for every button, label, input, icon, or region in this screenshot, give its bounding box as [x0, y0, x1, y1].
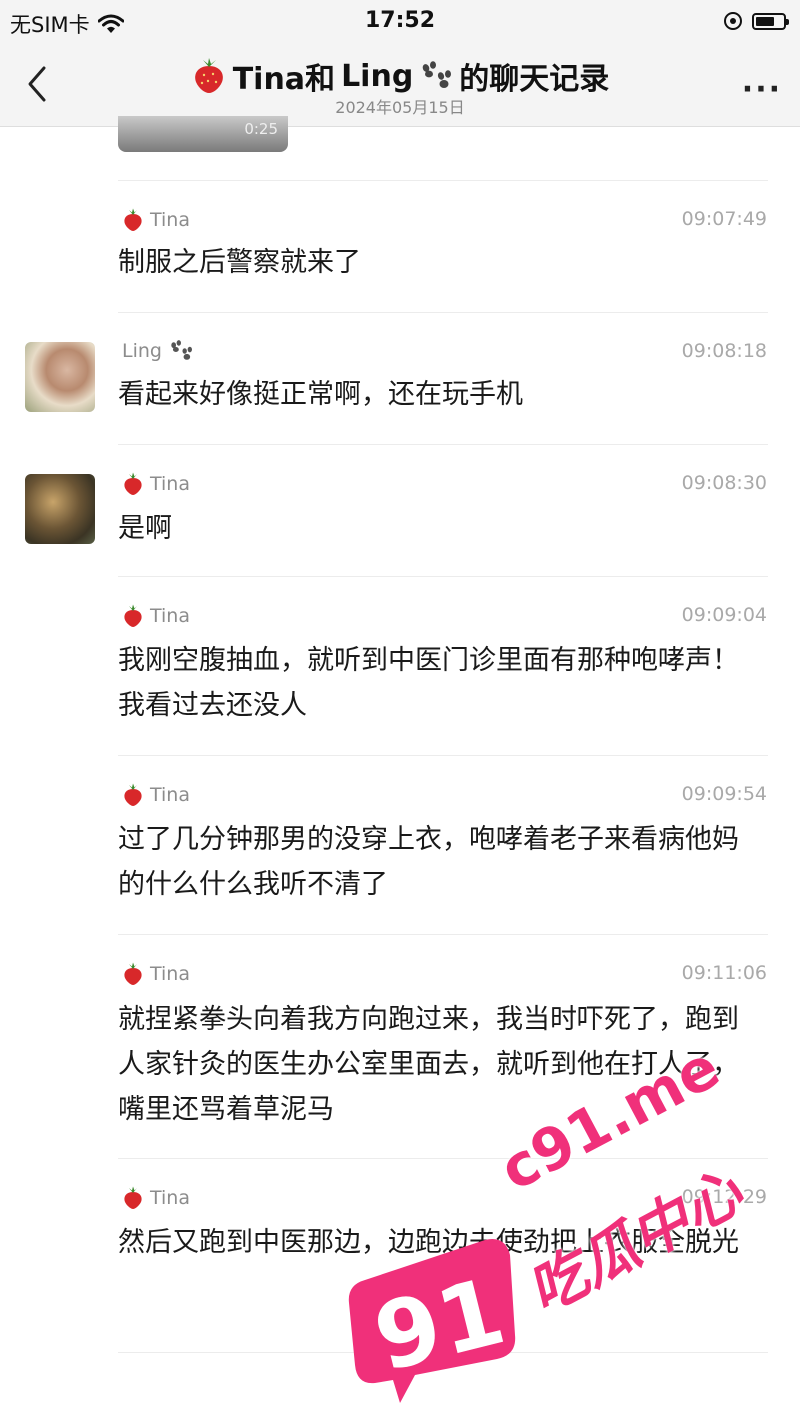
divider: [118, 180, 768, 181]
strawberry-icon: [124, 208, 142, 231]
message-text: 是啊: [118, 513, 172, 544]
message-text: 我刚空腹抽血，就听到中医门诊里面有那种咆哮声！我看过去还没人: [118, 645, 739, 721]
orientation-lock-icon: [724, 12, 742, 30]
divider: [118, 755, 768, 756]
avatar-tina[interactable]: [25, 474, 95, 544]
sender-name: Tina: [122, 472, 190, 496]
divider: [118, 934, 768, 935]
sender-name: Tina: [122, 1186, 190, 1210]
sender-name: Tina: [122, 783, 190, 807]
message-time: 09:08:30: [681, 472, 767, 494]
more-button[interactable]: ···: [742, 72, 782, 107]
message-text: 过了几分钟那男的没穿上衣，咆哮着老子来看病他妈的什么什么我听不清了: [118, 824, 739, 900]
strawberry-icon: [124, 783, 142, 806]
divider: [118, 444, 768, 445]
sender-name: Tina: [122, 208, 190, 232]
chat-date: 2024年05月15日: [335, 98, 465, 117]
message-time: 09:09:04: [681, 604, 767, 626]
watermark-badge: 91: [348, 1239, 516, 1403]
message-time: 09:11:06: [681, 962, 767, 984]
strawberry-icon: [124, 1186, 142, 1209]
avatar-ling[interactable]: [25, 342, 95, 412]
sender-name: Tina: [122, 604, 190, 628]
sender-name: Tina: [122, 962, 190, 986]
strawberry-icon: [124, 604, 142, 627]
sender-name: Ling: [122, 340, 194, 362]
strawberry-icon: [124, 472, 142, 495]
video-duration: 0:25: [244, 120, 278, 138]
status-right: [724, 12, 789, 30]
divider: [118, 1158, 768, 1159]
paw-print-icon: [422, 61, 452, 88]
strawberry-icon: [124, 962, 142, 985]
message-time: 09:07:49: [681, 208, 767, 230]
message-time: 09:08:18: [681, 340, 767, 362]
title-name-b: Ling: [341, 58, 414, 94]
page-title: Tina和 Ling 的聊天记录: [0, 54, 800, 98]
clock: 17:52: [364, 8, 436, 33]
divider: [118, 576, 768, 577]
video-thumbnail[interactable]: 0:25: [118, 116, 288, 152]
battery-icon: [752, 12, 789, 30]
strawberry-icon: [194, 58, 223, 93]
paw-print-icon: [171, 340, 192, 360]
nav-bar: Tina和 Ling 的聊天记录 2024年05月15日 ···: [0, 46, 800, 127]
divider: [118, 312, 768, 313]
message-text: 看起来好像挺正常啊，还在玩手机: [118, 379, 523, 410]
message-text: 制服之后警察就来了: [118, 247, 361, 278]
status-bar: 无SIM卡 17:52: [0, 0, 800, 46]
title-name-a: Tina和: [232, 62, 336, 97]
title-suffix: 的聊天记录: [459, 62, 610, 97]
message-time: 09:09:54: [681, 783, 767, 805]
